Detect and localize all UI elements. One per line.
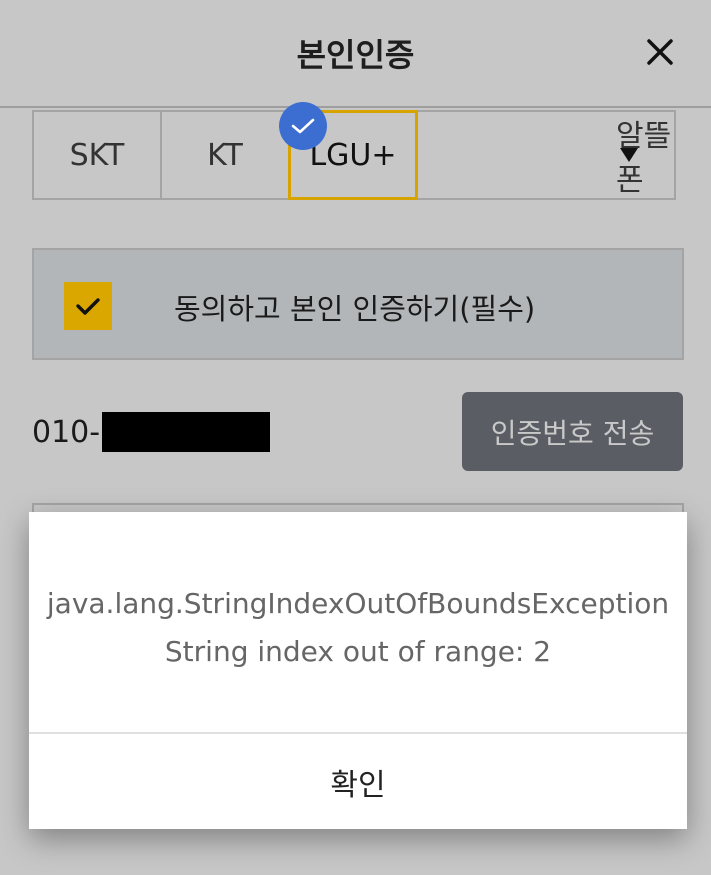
carrier-tabs: SKT KT LGU+ 알뜰폰 [32, 110, 676, 200]
tab-skt[interactable]: SKT [32, 110, 162, 200]
send-code-button[interactable]: 인증번호 전송 [462, 392, 683, 471]
close-button[interactable] [640, 32, 680, 72]
tab-label: SKT [69, 137, 125, 173]
page-header: 본인인증 [0, 0, 711, 108]
error-line-1: java.lang.StringIndexOutOfBoundsExceptio… [46, 587, 670, 620]
selected-check-icon [279, 102, 327, 150]
tab-label: LGU+ [309, 137, 397, 173]
page-title: 본인인증 [296, 36, 415, 74]
consent-row[interactable]: 동의하고 본인 인증하기(필수) [32, 248, 684, 360]
phone-prefix: 010- [32, 414, 101, 450]
error-message: java.lang.StringIndexOutOfBoundsExceptio… [29, 580, 687, 676]
consent-label: 동의하고 본인 인증하기(필수) [174, 292, 536, 326]
close-icon [647, 39, 673, 65]
tab-mvno-dropdown[interactable]: 알뜰폰 [416, 110, 676, 200]
error-line-2: String index out of range: 2 [164, 635, 552, 668]
consent-checkbox[interactable] [64, 282, 112, 330]
checkmark-icon [76, 298, 100, 315]
error-dialog: java.lang.StringIndexOutOfBoundsExceptio… [29, 512, 687, 829]
phone-number: 010- [32, 412, 271, 452]
tab-kt[interactable]: KT [160, 110, 290, 200]
chevron-down-icon [620, 148, 638, 162]
redacted-block [102, 412, 271, 452]
ok-button[interactable]: 확인 [29, 734, 687, 829]
tab-label: KT [207, 137, 243, 173]
